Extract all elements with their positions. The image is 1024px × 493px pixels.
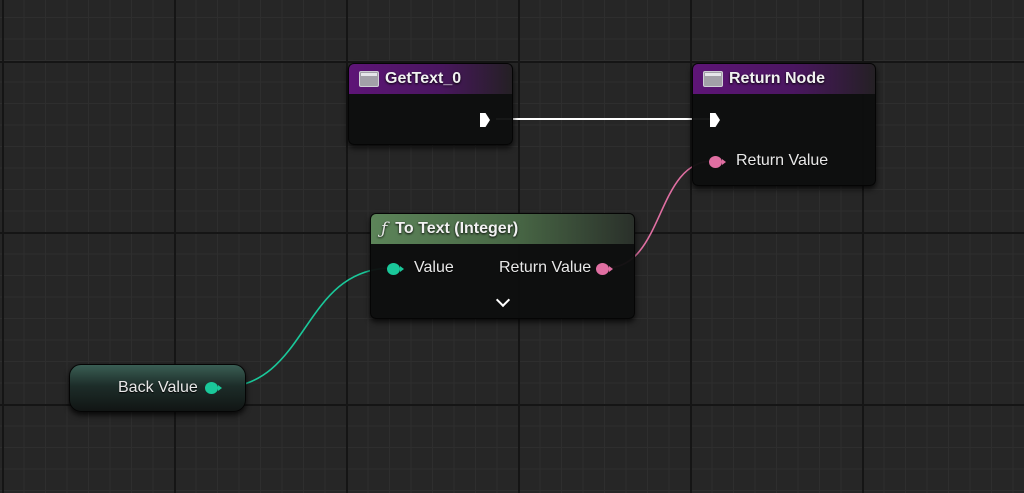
function-window-icon [359,71,379,87]
get-text-node-header[interactable]: GetText_0 [349,64,512,94]
back-value-output-pin[interactable] [205,382,222,394]
return-node-title: Return Node [729,70,825,87]
return-value-label: Return Value [736,152,829,169]
exec-input-pin[interactable] [710,113,720,127]
back-value-label: Back Value [118,379,198,396]
to-text-integer-node[interactable]: ƒ To Text (Integer) Value Return Value [370,213,635,319]
get-text-node-title: GetText_0 [385,70,462,87]
return-node-header[interactable]: Return Node [693,64,875,94]
get-text-node[interactable]: GetText_0 [348,63,513,145]
function-window-icon [703,71,723,87]
value-label: Value [414,259,454,276]
to-text-node-title: To Text (Integer) [395,220,519,237]
return-node[interactable]: Return Node Return Value [692,63,876,186]
back-value-variable-node[interactable]: Back Value [69,364,246,412]
return-value-output-pin[interactable] [596,263,613,275]
function-f-icon: ƒ [381,219,388,239]
exec-output-pin[interactable] [480,113,490,127]
return-value-label: Return Value [499,259,592,276]
return-value-input-pin[interactable] [709,156,726,168]
to-text-node-header[interactable]: ƒ To Text (Integer) [371,214,634,244]
value-input-pin[interactable] [387,263,404,275]
chevron-down-icon[interactable] [495,292,511,308]
